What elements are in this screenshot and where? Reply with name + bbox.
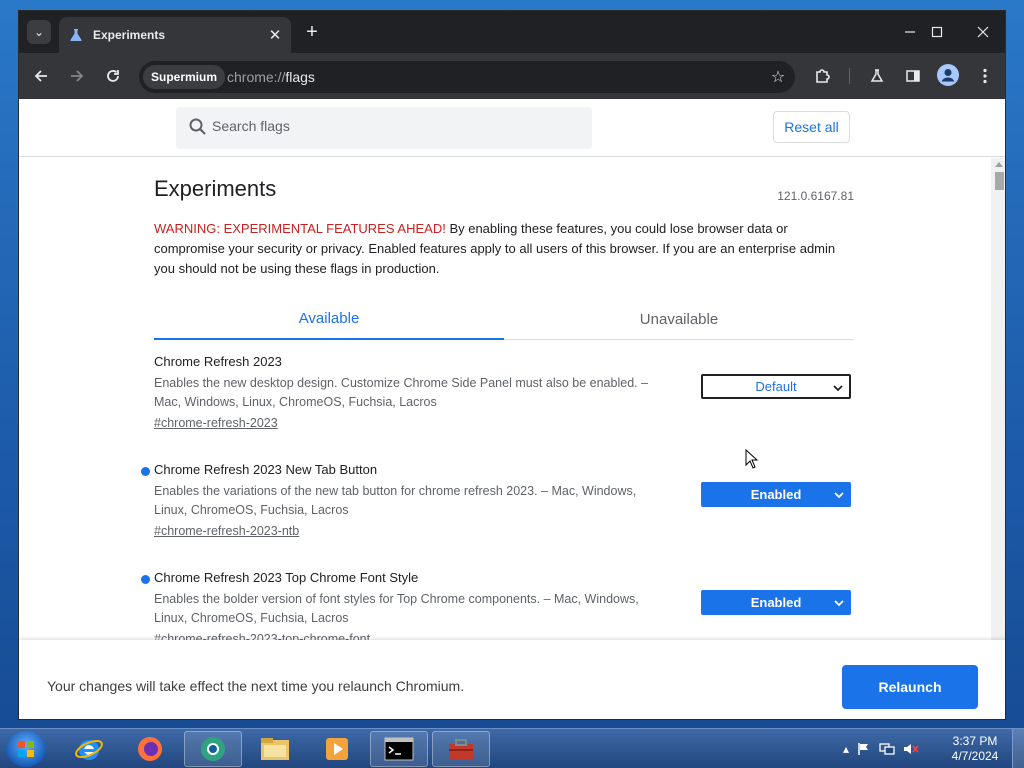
profile-icon[interactable] [937, 64, 959, 86]
search-box[interactable] [176, 107, 592, 149]
labs-icon[interactable] [865, 64, 889, 88]
chevron-down-icon [834, 492, 844, 499]
window-close-icon[interactable] [970, 19, 996, 45]
chevron-down-icon [834, 600, 844, 607]
toolbox-icon[interactable] [432, 731, 490, 767]
network-icon[interactable] [879, 742, 895, 756]
relaunch-bar: Your changes will take effect the next t… [19, 640, 1005, 719]
version-label: 121.0.6167.81 [777, 189, 854, 203]
title-bar: ⌄ Experiments ✕ + [19, 11, 1005, 53]
tab-search-icon: ⌄ [33, 25, 45, 39]
reload-icon[interactable] [101, 64, 125, 88]
menu-icon[interactable] [973, 64, 997, 88]
reset-all-button[interactable]: Reset all [773, 111, 850, 143]
clock-time: 3:37 PM [952, 734, 998, 748]
volume-muted-icon[interactable] [903, 742, 919, 756]
back-icon[interactable] [29, 64, 53, 88]
warning-lead: WARNING: EXPERIMENTAL FEATURES AHEAD! [154, 221, 446, 236]
relaunch-message: Your changes will take effect the next t… [47, 678, 465, 694]
close-icon[interactable]: ✕ [265, 25, 285, 45]
plus-icon[interactable]: + [301, 21, 323, 43]
tab-title: Experiments [93, 28, 166, 42]
scrollbar-thumb[interactable] [995, 172, 1004, 190]
browser-window: ⌄ Experiments ✕ + Supermium chrome://fla… [18, 10, 1006, 720]
site-chip[interactable]: Supermium [143, 65, 226, 89]
relaunch-button[interactable]: Relaunch [842, 665, 978, 709]
flags-tabs: Available Unavailable [154, 298, 854, 340]
url-scheme: chrome:// [227, 69, 286, 85]
flag-title: Chrome Refresh 2023 New Tab Button [154, 462, 378, 477]
experiments-favicon [70, 29, 82, 41]
command-prompt-icon[interactable] [370, 731, 428, 767]
show-desktop-button[interactable] [1012, 729, 1024, 768]
tab-available[interactable]: Available [154, 298, 504, 340]
flag-select-value: Enabled [750, 487, 802, 502]
flag-title: Chrome Refresh 2023 Top Chrome Font Styl… [154, 570, 419, 585]
flag-select-value: Enabled [750, 595, 802, 610]
media-player-icon[interactable] [308, 731, 366, 767]
clock-date: 4/7/2024 [951, 749, 999, 763]
modified-indicator [141, 467, 150, 476]
action-center-flag-icon[interactable] [857, 742, 871, 756]
tab-unavailable[interactable]: Unavailable [504, 298, 854, 340]
show-hidden-icons-icon[interactable]: ▴ [843, 742, 849, 756]
internet-explorer-icon[interactable] [60, 731, 118, 767]
tab-search-button[interactable]: ⌄ [27, 20, 51, 44]
flag-select[interactable]: Default [701, 374, 851, 399]
side-panel-icon[interactable] [901, 64, 925, 88]
flag-select[interactable]: Enabled [701, 590, 851, 615]
url-text[interactable]: chrome://flags [227, 69, 315, 85]
warning-text: WARNING: EXPERIMENTAL FEATURES AHEAD! By… [154, 219, 854, 279]
flags-page: Reset all Experiments 121.0.6167.81 WARN… [19, 99, 1005, 719]
file-explorer-icon[interactable] [246, 731, 304, 767]
maximize-icon[interactable] [924, 19, 950, 45]
flag-link[interactable]: #chrome-refresh-2023-ntb [154, 524, 299, 538]
search-input[interactable] [212, 118, 572, 134]
url-path: flags [285, 69, 315, 85]
search-icon [189, 118, 206, 135]
search-header: Reset all [19, 99, 1005, 157]
page-title: Experiments [154, 176, 277, 201]
toolbar-separator [849, 68, 850, 84]
flag-link[interactable]: #chrome-refresh-2023 [154, 416, 278, 430]
chevron-down-icon [833, 385, 843, 392]
flag-title: Chrome Refresh 2023 [154, 354, 282, 369]
flag-select[interactable]: Enabled [701, 482, 851, 507]
flag-select-value: Default [755, 379, 797, 394]
taskbar: ▴ 3:37 PM 4/7/2024 [0, 728, 1024, 768]
minimize-icon[interactable] [897, 19, 923, 45]
tab-experiments[interactable]: Experiments ✕ [59, 17, 291, 53]
firefox-icon[interactable] [121, 731, 179, 767]
taskbar-clock[interactable]: 3:37 PM 4/7/2024 [944, 734, 1006, 764]
mouse-cursor-icon [745, 449, 759, 469]
flag-description: Enables the new desktop design. Customiz… [154, 376, 649, 409]
flag-description: Enables the variations of the new tab bu… [154, 484, 637, 517]
vertical-scrollbar[interactable] [991, 158, 1005, 640]
scroll-up-icon[interactable] [995, 162, 1003, 167]
omnibox[interactable]: Supermium chrome://flags ☆ [139, 61, 795, 93]
system-tray: ▴ [843, 739, 919, 759]
star-icon[interactable]: ☆ [767, 66, 789, 88]
modified-indicator [141, 575, 150, 584]
chromium-icon[interactable] [184, 731, 242, 767]
flag-description: Enables the bolder version of font style… [154, 592, 639, 625]
flag-link[interactable]: #chrome-refresh-2023-top-chrome-font [154, 632, 370, 640]
windows-start-icon[interactable] [6, 731, 46, 767]
forward-icon[interactable] [65, 64, 89, 88]
toolbar: Supermium chrome://flags ☆ [19, 53, 1005, 99]
flags-scroll-area[interactable]: Experiments 121.0.6167.81 WARNING: EXPER… [19, 158, 1005, 640]
extensions-icon[interactable] [811, 64, 835, 88]
